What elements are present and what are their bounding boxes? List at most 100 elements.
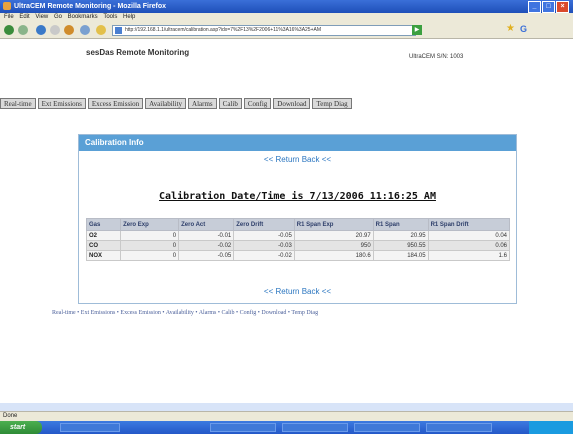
nav-download[interactable]: Download — [273, 98, 311, 109]
device-serial: UltraCEM S/N: 1003 — [409, 54, 464, 60]
nav-availability[interactable]: Availability — [145, 98, 187, 109]
address-bar[interactable]: http://192.168.1.1/ultracem/calibration.… — [112, 25, 416, 36]
go-button[interactable]: ▶ — [412, 25, 422, 35]
table-cell: -0.02 — [233, 250, 295, 261]
table-header-row: Gas Zero Exp Zero Act Zero Drift R1 Span… — [85, 218, 511, 231]
nav-temp-diag[interactable]: Temp Diag — [312, 98, 352, 109]
minimize-icon[interactable]: _ — [528, 1, 541, 13]
menu-go[interactable]: Go — [54, 14, 62, 20]
table-cell: -0.03 — [233, 240, 295, 251]
table-cell: -0.01 — [178, 230, 235, 241]
status-text: Done — [3, 413, 18, 419]
nav-real-time[interactable]: Real-time — [0, 98, 36, 109]
table-cell: 1.6 — [427, 250, 511, 261]
calibration-table: Gas Zero Exp Zero Act Zero Drift R1 Span… — [85, 218, 511, 261]
menu-help[interactable]: Help — [123, 14, 135, 20]
site-title: sesDas Remote Monitoring — [86, 48, 190, 57]
menu-bar: File Edit View Go Bookmarks Tools Help — [0, 13, 573, 22]
main-nav: Real-time Ext Emissions Excess Emission … — [0, 98, 573, 109]
footer-link-excess-emission[interactable]: Excess Emission — [120, 310, 161, 316]
nav-ext-emissions[interactable]: Ext Emissions — [37, 98, 86, 109]
taskbar-item[interactable] — [210, 423, 276, 432]
footer-link-download[interactable]: Download — [261, 310, 286, 316]
column-header: R1 Span Drift — [427, 218, 511, 231]
table-cell: NOX — [85, 250, 122, 261]
column-header: R1 Span Exp — [293, 218, 374, 231]
navigation-toolbar: http://192.168.1.1/ultracem/calibration.… — [0, 22, 573, 39]
table-row: NOX 0 -0.05 -0.02 180.6 184.05 1.6 — [85, 250, 511, 261]
stop-icon[interactable] — [50, 25, 60, 35]
table-cell: -0.05 — [178, 250, 235, 261]
status-bar: Done — [0, 411, 573, 421]
taskbar-item[interactable] — [354, 423, 420, 432]
column-header: R1 Span — [372, 218, 429, 231]
search-engine-icon[interactable]: G — [520, 24, 527, 34]
nav-alarms[interactable]: Alarms — [188, 98, 217, 109]
menu-bookmarks[interactable]: Bookmarks — [68, 14, 98, 20]
calibration-datetime: Calibration Date/Time is 7/13/2006 11:16… — [159, 191, 436, 202]
table-cell: 184.05 — [372, 250, 429, 261]
home-icon[interactable] — [64, 25, 74, 35]
address-text: http://192.168.1.1/ultracem/calibration.… — [125, 27, 322, 33]
taskbar-item[interactable] — [426, 423, 492, 432]
table-cell: 0 — [120, 250, 180, 261]
window-title: UltraCEM Remote Monitoring - Mozilla Fir… — [14, 3, 167, 10]
footer-link-calib[interactable]: Calib — [221, 310, 234, 316]
menu-file[interactable]: File — [4, 14, 14, 20]
table-cell: CO — [85, 240, 122, 251]
column-header: Zero Act — [178, 218, 235, 231]
column-header: Zero Exp — [120, 218, 180, 231]
taskbar-item[interactable] — [282, 423, 348, 432]
menu-view[interactable]: View — [35, 14, 48, 20]
window-controls: _ □ × — [528, 1, 569, 13]
taskbar: start — [0, 421, 573, 434]
footer-link-ext-emissions[interactable]: Ext Emissions — [81, 310, 116, 316]
calibration-panel: Calibration Info << Return Back << Calib… — [78, 134, 517, 304]
footer-link-availability[interactable]: Availability — [166, 310, 194, 316]
table-cell: 0 — [120, 230, 180, 241]
taskbar-item[interactable] — [60, 423, 120, 432]
folder-icon[interactable] — [96, 25, 106, 35]
firefox-icon — [3, 2, 11, 10]
nav-calib[interactable]: Calib — [218, 98, 242, 109]
table-cell: 0.04 — [427, 230, 511, 241]
footer-link-temp-diag[interactable]: Temp Diag — [291, 310, 318, 316]
column-header: Gas — [85, 218, 122, 231]
reload-icon[interactable] — [36, 25, 46, 35]
close-icon[interactable]: × — [556, 1, 569, 13]
back-icon[interactable] — [4, 25, 14, 35]
table-cell: 20.95 — [372, 230, 429, 241]
system-tray — [529, 421, 573, 434]
nav-excess-emission[interactable]: Excess Emission — [87, 98, 144, 109]
window-title-bar: UltraCEM Remote Monitoring - Mozilla Fir… — [0, 0, 573, 13]
table-cell: 180.6 — [293, 250, 374, 261]
table-cell: 0 — [120, 240, 180, 251]
table-cell: 950 — [293, 240, 374, 251]
horizontal-scrollbar[interactable] — [0, 403, 573, 411]
bookmark-icon[interactable] — [80, 25, 90, 35]
table-cell: -0.02 — [178, 240, 235, 251]
table-cell: -0.05 — [233, 230, 295, 241]
menu-edit[interactable]: Edit — [19, 14, 29, 20]
start-button[interactable]: start — [0, 421, 42, 434]
nav-config[interactable]: Config — [243, 98, 272, 109]
forward-icon[interactable] — [18, 25, 28, 35]
table-cell: 0.06 — [427, 240, 511, 251]
table-cell: 950.55 — [372, 240, 429, 251]
star-icon[interactable]: ★ — [506, 24, 515, 34]
panel-title: Calibration Info — [79, 135, 516, 151]
table-cell: O2 — [85, 230, 122, 241]
footer-nav: Real-time • Ext Emissions • Excess Emiss… — [52, 310, 319, 316]
table-row: CO 0 -0.02 -0.03 950 950.55 0.06 — [85, 240, 511, 251]
column-header: Zero Drift — [233, 218, 295, 231]
footer-link-config[interactable]: Config — [240, 310, 257, 316]
table-cell: 20.97 — [293, 230, 374, 241]
menu-tools[interactable]: Tools — [103, 14, 117, 20]
table-row: O2 0 -0.01 -0.05 20.97 20.95 0.04 — [85, 230, 511, 241]
page-icon — [115, 27, 122, 34]
maximize-icon[interactable]: □ — [542, 1, 555, 13]
footer-link-real-time[interactable]: Real-time — [52, 310, 76, 316]
return-back-link-top[interactable]: << Return Back << — [79, 155, 516, 164]
footer-link-alarms[interactable]: Alarms — [199, 310, 217, 316]
return-back-link-bottom[interactable]: << Return Back << — [79, 287, 516, 296]
